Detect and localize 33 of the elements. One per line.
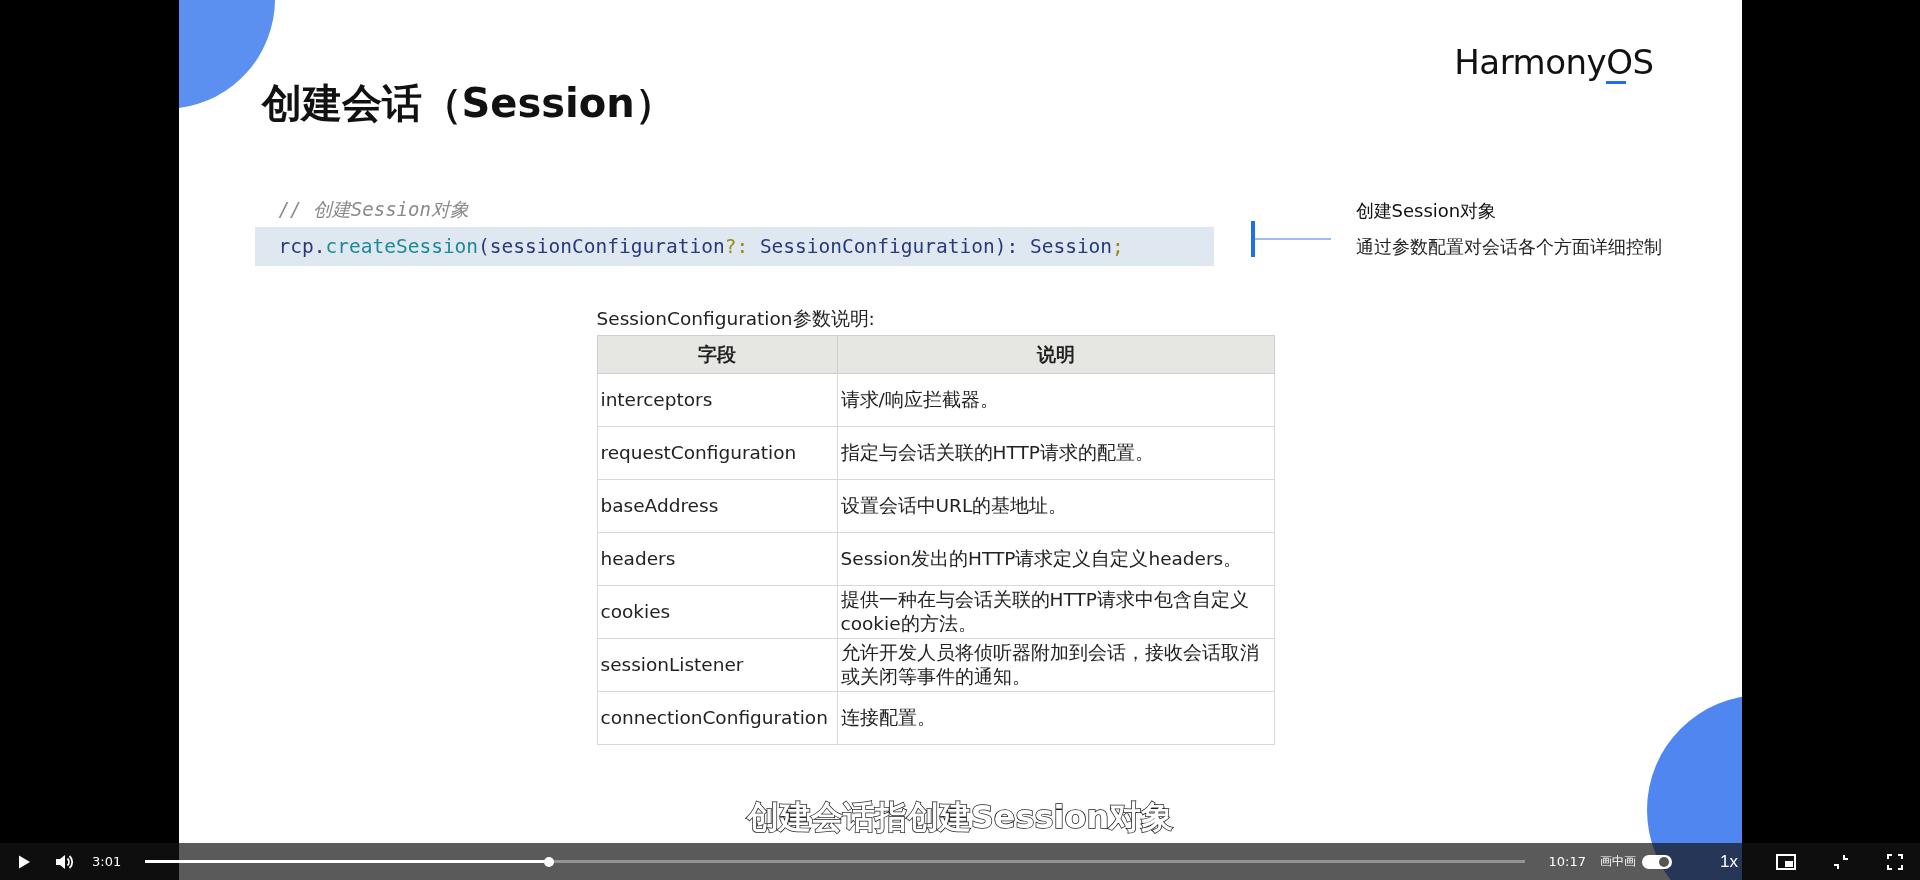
- table-cell: interceptors: [597, 373, 837, 427]
- table-cell: headers: [597, 532, 837, 586]
- code-comment: // 创建Session对象: [277, 197, 470, 222]
- column-header: 字段: [597, 335, 837, 374]
- progress-thumb[interactable]: [544, 856, 555, 867]
- logo: HarmonyOS: [1454, 42, 1654, 82]
- table-cell: connectionConfiguration: [597, 691, 837, 745]
- logo-underline-icon: [1606, 81, 1627, 84]
- table-caption: SessionConfiguration参数说明:: [596, 307, 876, 331]
- table-cell: 允许开发人员将侦听器附加到会话，接收会话取消或关闭等事件的通知。: [837, 638, 1274, 692]
- play-icon[interactable]: [16, 853, 32, 870]
- callout-title: 创建Session对象: [1355, 199, 1498, 223]
- column-header: 说明: [837, 335, 1274, 374]
- current-time: 3:01: [92, 854, 122, 869]
- video-subtitle: 创建会话指创建Session对象: [746, 798, 1174, 836]
- duration: 10:17: [1548, 854, 1587, 869]
- table-cell: 提供一种在与会话关联的HTTP请求中包含自定义cookie的方法。: [837, 585, 1274, 639]
- table-cell: 设置会话中URL的基地址。: [837, 479, 1274, 533]
- table-cell: requestConfiguration: [597, 426, 837, 480]
- table-cell: Session发出的HTTP请求定义自定义headers。: [837, 532, 1274, 586]
- table-cell: 指定与会话关联的HTTP请求的配置。: [837, 426, 1274, 480]
- table-cell: cookies: [597, 585, 837, 639]
- table-cell: sessionListener: [597, 638, 837, 692]
- table-cell: 连接配置。: [837, 691, 1274, 745]
- speed-button[interactable]: 1x: [1716, 849, 1742, 874]
- pip-label: 画中画: [1600, 853, 1637, 870]
- table-cell: baseAddress: [597, 479, 837, 533]
- pip-toggle[interactable]: [1642, 854, 1673, 869]
- volume-icon[interactable]: [54, 852, 74, 871]
- table-cell: 请求/响应拦截器。: [837, 373, 1274, 427]
- callout-marker-icon: [1250, 219, 1331, 259]
- callout-text: 通过参数配置对会话各个方面详细控制: [1355, 235, 1662, 259]
- slide-title: 创建会话（Session）: [261, 79, 675, 128]
